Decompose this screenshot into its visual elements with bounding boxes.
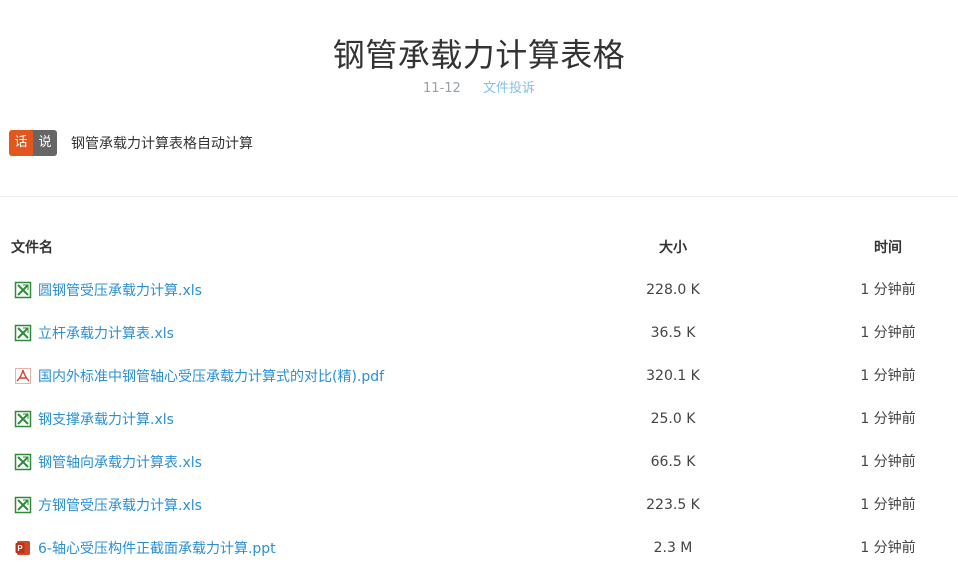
talk-badge-right: 说 bbox=[33, 130, 57, 156]
table-row: P 6-轴心受压构件正截面承载力计算.ppt 2.3 M 1 分钟前 bbox=[0, 538, 958, 558]
table-row: 国内外标准中钢管轴心受压承载力计算式的对比(精).pdf 320.1 K 1 分钟前 bbox=[0, 366, 958, 386]
excel-icon bbox=[14, 281, 32, 299]
talk-section: 话 说 钢管承载力计算表格自动计算 bbox=[9, 130, 253, 156]
svg-text:P: P bbox=[17, 544, 23, 553]
table-row: 立杆承载力计算表.xls 36.5 K 1 分钟前 bbox=[0, 323, 958, 343]
powerpoint-icon: P bbox=[14, 539, 32, 557]
header-time: 时间 bbox=[874, 240, 902, 256]
file-link[interactable]: 方钢管受压承载力计算.xls bbox=[38, 495, 202, 515]
report-file-link[interactable]: 文件投诉 bbox=[483, 81, 535, 96]
post-date: 11-12 bbox=[423, 81, 461, 96]
file-time: 1 分钟前 bbox=[860, 325, 916, 341]
excel-icon bbox=[14, 496, 32, 514]
file-time: 1 分钟前 bbox=[860, 540, 916, 556]
table-row: 钢管轴向承载力计算表.xls 66.5 K 1 分钟前 bbox=[0, 452, 958, 472]
file-link[interactable]: 圆钢管受压承载力计算.xls bbox=[38, 280, 202, 300]
file-link[interactable]: 钢支撑承载力计算.xls bbox=[38, 409, 174, 429]
file-name-cell: 圆钢管受压承载力计算.xls bbox=[14, 280, 202, 300]
file-time: 1 分钟前 bbox=[860, 497, 916, 513]
file-name-cell: 立杆承载力计算表.xls bbox=[14, 323, 174, 343]
file-size: 25.0 K bbox=[650, 411, 696, 427]
file-size: 228.0 K bbox=[646, 282, 700, 298]
talk-text: 钢管承载力计算表格自动计算 bbox=[71, 136, 253, 152]
file-time: 1 分钟前 bbox=[860, 454, 916, 470]
header-filename: 文件名 bbox=[11, 240, 53, 256]
file-time: 1 分钟前 bbox=[860, 282, 916, 298]
table-header: 文件名 大小 时间 bbox=[0, 237, 958, 256]
file-name-cell: 钢支撑承载力计算.xls bbox=[14, 409, 174, 429]
excel-icon bbox=[14, 453, 32, 471]
table-row: 圆钢管受压承载力计算.xls 228.0 K 1 分钟前 bbox=[0, 280, 958, 300]
talk-badge-left: 话 bbox=[9, 130, 33, 156]
file-time: 1 分钟前 bbox=[860, 411, 916, 427]
file-size: 2.3 M bbox=[653, 540, 693, 556]
file-name-cell: 钢管轴向承载力计算表.xls bbox=[14, 452, 202, 472]
file-size: 66.5 K bbox=[650, 454, 696, 470]
page-meta: 11-12 文件投诉 bbox=[0, 81, 958, 97]
file-link[interactable]: 国内外标准中钢管轴心受压承载力计算式的对比(精).pdf bbox=[38, 366, 384, 386]
excel-icon bbox=[14, 324, 32, 342]
file-time: 1 分钟前 bbox=[860, 368, 916, 384]
file-name-cell: P 6-轴心受压构件正截面承载力计算.ppt bbox=[14, 538, 276, 558]
file-size: 320.1 K bbox=[646, 368, 700, 384]
table-row: 方钢管受压承载力计算.xls 223.5 K 1 分钟前 bbox=[0, 495, 958, 515]
divider bbox=[0, 196, 958, 197]
pdf-icon bbox=[14, 367, 32, 385]
file-name-cell: 方钢管受压承载力计算.xls bbox=[14, 495, 202, 515]
file-link[interactable]: 钢管轴向承载力计算表.xls bbox=[38, 452, 202, 472]
file-name-cell: 国内外标准中钢管轴心受压承载力计算式的对比(精).pdf bbox=[14, 366, 384, 386]
file-link[interactable]: 6-轴心受压构件正截面承载力计算.ppt bbox=[38, 538, 276, 558]
excel-icon bbox=[14, 410, 32, 428]
page-title: 钢管承载力计算表格 bbox=[332, 36, 626, 74]
table-row: 钢支撑承载力计算.xls 25.0 K 1 分钟前 bbox=[0, 409, 958, 429]
talk-badge: 话 说 bbox=[9, 130, 57, 156]
file-size: 36.5 K bbox=[650, 325, 696, 341]
header-size: 大小 bbox=[659, 240, 687, 256]
file-link[interactable]: 立杆承载力计算表.xls bbox=[38, 323, 174, 343]
file-size: 223.5 K bbox=[646, 497, 700, 513]
